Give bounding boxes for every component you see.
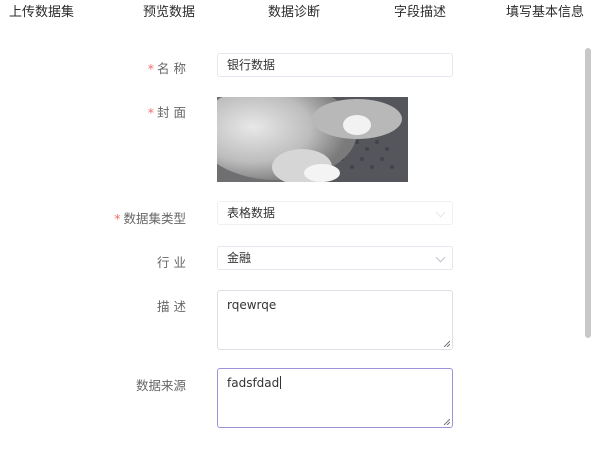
step-preview-data[interactable]: 预览数据 <box>143 1 195 20</box>
resize-handle-icon[interactable] <box>443 418 450 425</box>
vertical-scrollbar[interactable] <box>585 48 591 338</box>
industry-value: 金融 <box>227 251 252 265</box>
chevron-down-icon <box>435 207 446 218</box>
cat-photo <box>217 97 408 182</box>
source-text: fadsfdad <box>227 376 280 390</box>
chevron-down-icon <box>435 252 446 263</box>
name-input[interactable]: 银行数据 <box>217 53 453 77</box>
industry-select[interactable]: 金融 <box>217 246 453 270</box>
required-mark: * <box>147 61 155 76</box>
required-mark: * <box>114 211 121 226</box>
step-navigation: 上传数据集 预览数据 数据诊断 字段描述 填写基本信息 <box>0 0 599 24</box>
description-textarea[interactable]: rqewrqe <box>217 290 453 350</box>
dataset-type-label: * 数据集类型 <box>114 211 186 226</box>
industry-label: 行 业 <box>157 255 186 270</box>
step-field-description[interactable]: 字段描述 <box>394 1 446 20</box>
step-fill-basic-info[interactable]: 填写基本信息 <box>506 1 584 20</box>
description-label: 描 述 <box>157 299 186 314</box>
name-label: * 名 称 <box>147 61 186 76</box>
dataset-type-select[interactable]: 表格数据 <box>217 201 453 225</box>
step-upload-dataset[interactable]: 上传数据集 <box>9 1 74 20</box>
required-mark: * <box>147 105 155 120</box>
description-text: rqewrqe <box>227 298 277 312</box>
cover-image[interactable] <box>217 97 408 182</box>
source-textarea[interactable]: fadsfdad <box>217 368 453 428</box>
source-label: 数据来源 <box>135 378 186 393</box>
text-caret <box>280 376 282 389</box>
resize-handle-icon[interactable] <box>443 340 450 347</box>
cover-label: * 封 面 <box>147 105 186 120</box>
step-data-diagnosis[interactable]: 数据诊断 <box>268 1 320 20</box>
dataset-type-value: 表格数据 <box>227 206 276 220</box>
